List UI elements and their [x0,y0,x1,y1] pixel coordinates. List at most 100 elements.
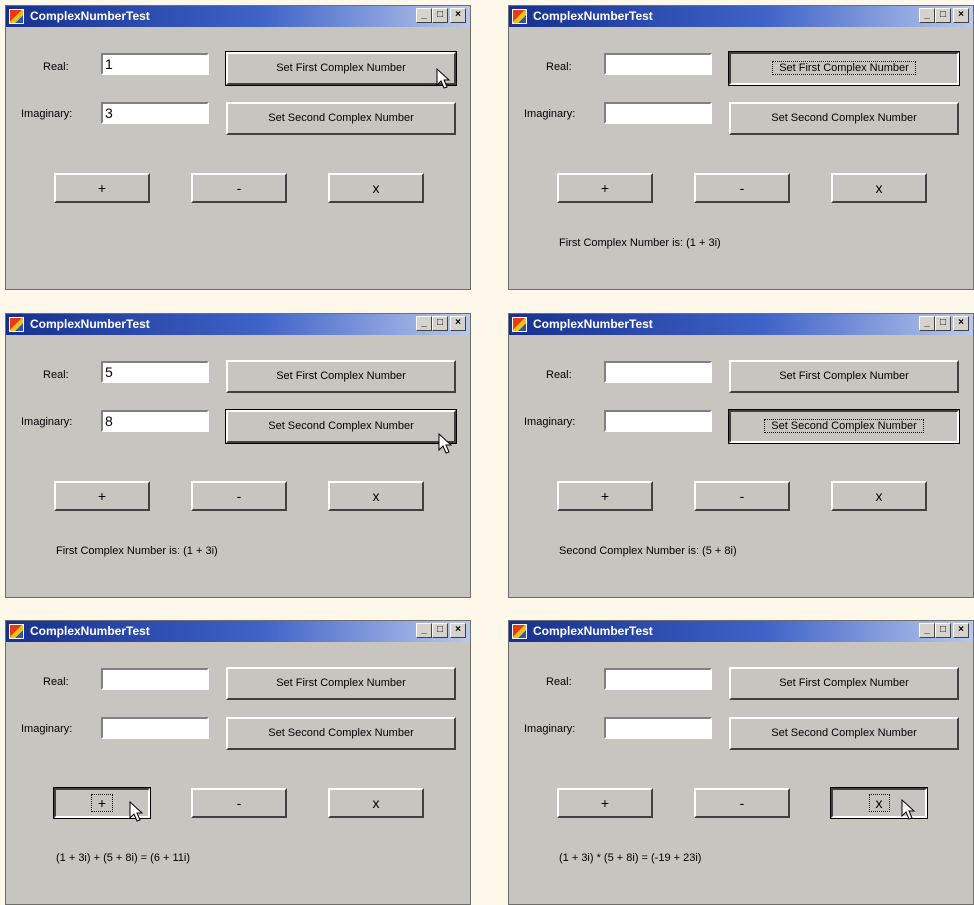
real-label: Real: [546,369,572,381]
subtract-button[interactable]: - [694,481,790,511]
imaginary-input[interactable] [604,410,712,432]
multiply-button[interactable]: x [328,481,424,511]
add-button[interactable]: + [54,481,150,511]
imaginary-label: Imaginary: [21,108,73,120]
imaginary-label: Imaginary: [524,108,576,120]
minimize-icon[interactable]: _ [416,623,432,638]
subtract-label: - [236,795,242,811]
real-input[interactable] [101,668,209,690]
maximize-icon[interactable]: □ [935,623,951,638]
add-button[interactable]: + [557,173,653,203]
subtract-button[interactable]: - [694,788,790,818]
minimize-icon[interactable]: _ [919,623,935,638]
subtract-button[interactable]: - [191,788,287,818]
application-icon[interactable] [512,9,527,24]
set-first-button[interactable]: Set First Complex Number [225,51,457,86]
window-title: ComplexNumberTest [30,9,150,23]
title-bar[interactable]: ComplexNumberTest _ □ × [6,621,470,642]
maximize-icon[interactable]: □ [432,8,448,23]
minimize-icon[interactable]: _ [919,8,935,23]
imaginary-input[interactable]: 8 [101,410,209,432]
minimize-icon[interactable]: _ [919,316,935,331]
add-button[interactable]: + [53,787,151,819]
multiply-button[interactable]: x [831,481,927,511]
window-title: ComplexNumberTest [533,624,653,638]
add-label: + [97,488,107,504]
real-input[interactable]: 1 [101,53,209,75]
multiply-button[interactable]: x [328,173,424,203]
app-window: ComplexNumberTest _ □ × Real: Imaginary:… [508,313,974,598]
imaginary-input[interactable] [604,717,712,739]
close-icon[interactable]: × [953,8,969,23]
real-label: Real: [43,61,69,73]
subtract-button[interactable]: - [191,173,287,203]
set-second-label: Set Second Complex Number [771,112,917,124]
multiply-label: x [875,488,883,504]
minimize-icon[interactable]: _ [416,8,432,23]
title-bar[interactable]: ComplexNumberTest _ □ × [509,314,973,335]
close-icon[interactable]: × [953,316,969,331]
real-input[interactable]: 5 [101,361,209,383]
close-icon[interactable]: × [953,623,969,638]
set-second-button[interactable]: Set Second Complex Number [225,409,457,444]
application-icon[interactable] [512,624,527,639]
close-icon[interactable]: × [450,316,466,331]
application-icon[interactable] [9,624,24,639]
set-second-button[interactable]: Set Second Complex Number [729,717,959,750]
real-label: Real: [43,369,69,381]
add-button[interactable]: + [557,481,653,511]
multiply-label: x [372,488,380,504]
set-second-label: Set Second Complex Number [268,420,414,432]
set-first-button[interactable]: Set First Complex Number [728,51,960,86]
application-icon[interactable] [512,317,527,332]
real-label: Real: [546,61,572,73]
set-first-button[interactable]: Set First Complex Number [226,667,456,700]
maximize-icon[interactable]: □ [432,623,448,638]
set-second-button[interactable]: Set Second Complex Number [728,409,960,444]
title-bar[interactable]: ComplexNumberTest _ □ × [509,6,973,27]
multiply-button[interactable]: x [328,788,424,818]
close-icon[interactable]: × [450,8,466,23]
set-second-button[interactable]: Set Second Complex Number [729,102,959,135]
real-input[interactable] [604,361,712,383]
add-button[interactable]: + [54,173,150,203]
maximize-icon[interactable]: □ [935,316,951,331]
set-second-button[interactable]: Set Second Complex Number [226,717,456,750]
subtract-label: - [236,180,242,196]
title-bar[interactable]: ComplexNumberTest _ □ × [6,314,470,335]
maximize-icon[interactable]: □ [935,8,951,23]
multiply-button[interactable]: x [831,173,927,203]
set-first-button[interactable]: Set First Complex Number [729,667,959,700]
add-button[interactable]: + [557,788,653,818]
imaginary-input[interactable] [604,102,712,124]
real-input[interactable] [604,53,712,75]
set-first-button[interactable]: Set First Complex Number [729,360,959,393]
multiply-label: x [372,180,380,196]
imaginary-input[interactable]: 3 [101,102,209,124]
title-bar[interactable]: ComplexNumberTest _ □ × [6,6,470,27]
close-icon[interactable]: × [450,623,466,638]
set-first-label: Set First Complex Number [276,62,406,74]
imaginary-label: Imaginary: [21,416,73,428]
multiply-button[interactable]: x [830,787,928,819]
subtract-button[interactable]: - [191,481,287,511]
minimize-icon[interactable]: _ [416,316,432,331]
application-icon[interactable] [9,317,24,332]
set-first-label: Set First Complex Number [276,677,406,689]
real-input[interactable] [604,668,712,690]
imaginary-input[interactable] [101,717,209,739]
imaginary-label: Imaginary: [524,416,576,428]
set-second-label: Set Second Complex Number [268,112,414,124]
set-first-label: Set First Complex Number [276,370,406,382]
subtract-label: - [739,795,745,811]
add-label: + [600,795,610,811]
maximize-icon[interactable]: □ [432,316,448,331]
window-title: ComplexNumberTest [533,317,653,331]
app-window: ComplexNumberTest _ □ × Real: Imaginary:… [508,620,974,905]
set-second-button[interactable]: Set Second Complex Number [226,102,456,135]
subtract-button[interactable]: - [694,173,790,203]
application-icon[interactable] [9,9,24,24]
set-first-label: Set First Complex Number [779,677,909,689]
set-first-button[interactable]: Set First Complex Number [226,360,456,393]
title-bar[interactable]: ComplexNumberTest _ □ × [509,621,973,642]
